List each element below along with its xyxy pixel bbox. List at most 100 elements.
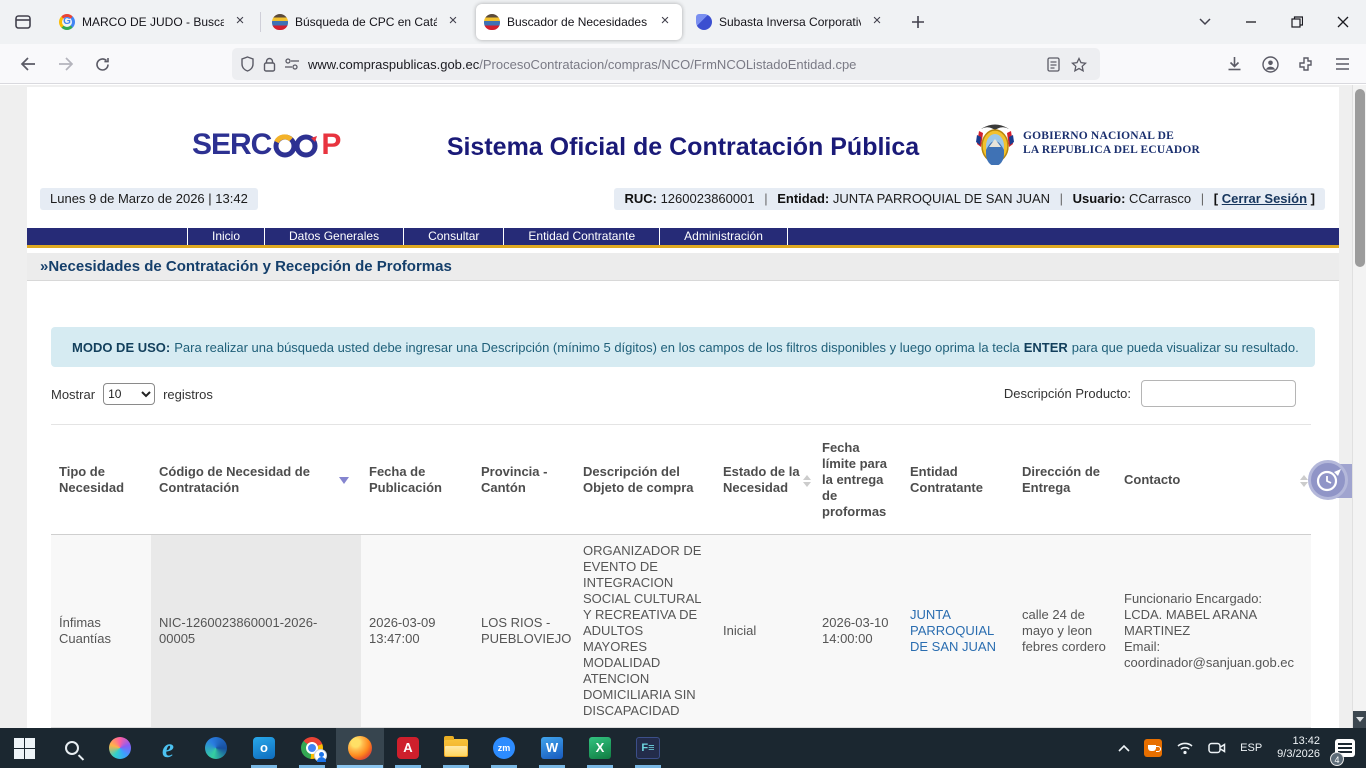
col-fecha-limite[interactable]: Fecha límite para la entrega de proforma…: [814, 425, 902, 535]
col-direccion-entrega[interactable]: Dirección de Entrega: [1014, 425, 1116, 535]
nav-item-entidad-contratante[interactable]: Entidad Contratante: [504, 228, 660, 245]
bookmark-star-icon[interactable]: [1066, 51, 1092, 77]
cell-contacto: Funcionario Encargado: LCDA. MABEL ARANA…: [1116, 535, 1311, 728]
taskbar-clock[interactable]: 13:42 9/3/2026: [1269, 735, 1328, 761]
firefox-icon[interactable]: [336, 728, 384, 768]
close-window-button[interactable]: [1320, 0, 1366, 44]
nav-item-administracion[interactable]: Administración: [660, 228, 788, 245]
shield-icon[interactable]: [240, 56, 255, 72]
copilot-icon[interactable]: [96, 728, 144, 768]
tab-close-icon[interactable]: ×: [656, 13, 674, 31]
ecuador-crest-favicon: [272, 14, 288, 30]
reload-icon[interactable]: [86, 48, 118, 80]
filter-label: Descripción Producto:: [1004, 386, 1131, 401]
subasta-favicon: [696, 14, 712, 30]
tab-separator: [260, 12, 261, 32]
meet-camera-icon[interactable]: [1201, 728, 1233, 768]
descripcion-producto-input[interactable]: [1141, 380, 1296, 407]
datetime-chip: Lunes 9 de Marzo de 2026 | 13:42: [40, 188, 258, 210]
forward-icon[interactable]: [50, 48, 82, 80]
browser-tab-judo[interactable]: MARCO DE JUDO - Buscar con ×: [51, 4, 257, 40]
url-text[interactable]: www.compraspublicas.gob.ec/ProcesoContra…: [308, 57, 1040, 72]
results-table: Tipo de Necesidad Código de Necesidad de…: [51, 424, 1311, 728]
word-icon[interactable]: [528, 728, 576, 768]
scroll-down-arrow[interactable]: [1353, 711, 1366, 728]
lock-icon[interactable]: [263, 57, 276, 72]
tab-title: Buscador de Necesidades de Co: [507, 15, 649, 29]
col-codigo-necesidad[interactable]: Código de Necesidad de Contratación: [151, 425, 361, 535]
zoom-icon[interactable]: [480, 728, 528, 768]
chrome-icon[interactable]: [288, 728, 336, 768]
feo-app-icon[interactable]: [624, 728, 672, 768]
list-all-tabs-icon[interactable]: [1182, 0, 1228, 44]
acrobat-icon[interactable]: [384, 728, 432, 768]
table-row: Ínfimas Cuantías NIC-1260023860001-2026-…: [51, 535, 1311, 728]
extensions-icon[interactable]: [1290, 48, 1322, 80]
new-tab-button[interactable]: [903, 7, 933, 37]
tab-close-icon[interactable]: ×: [231, 13, 249, 31]
government-logo-text: GOBIERNO NACIONAL DE LA REPUBLICA DEL EC…: [1023, 129, 1200, 157]
account-icon[interactable]: [1254, 48, 1286, 80]
browser-tab-subasta[interactable]: Subasta Inversa Corporativa de ×: [688, 4, 894, 40]
registros-label: registros: [163, 387, 213, 402]
usuario-label: Usuario:: [1073, 191, 1126, 206]
taskbar: ESP 13:42 9/3/2026 4: [0, 728, 1366, 768]
start-button[interactable]: [0, 728, 48, 768]
nav-item-consultar[interactable]: Consultar: [404, 228, 504, 245]
browser-tab-cpc[interactable]: Búsqueda de CPC en Catálogo ×: [264, 4, 470, 40]
sort-both-icon: [1300, 471, 1308, 491]
product-filter-control: Descripción Producto:: [1004, 379, 1296, 407]
vertical-scrollbar[interactable]: [1352, 85, 1366, 728]
page-size-select[interactable]: 10: [103, 383, 155, 405]
edge-icon[interactable]: [192, 728, 240, 768]
entidad-link[interactable]: JUNTA PARROQUIAL DE SAN JUAN: [910, 607, 996, 654]
tab-title: MARCO DE JUDO - Buscar con: [82, 15, 224, 29]
usuario-value: CCarrasco: [1129, 191, 1191, 206]
taskbar-search-icon[interactable]: [48, 728, 96, 768]
chrome-profile-badge: [314, 749, 327, 762]
entidad-value: JUNTA PARROQUIAL DE SAN JUAN: [833, 191, 1050, 206]
session-chip: RUC: 1260023860001 | Entidad: JUNTA PARR…: [614, 188, 1325, 210]
cell-fecha-limite: 2026-03-10 14:00:00: [814, 535, 902, 728]
gold-divider: [27, 245, 1339, 248]
nav-item-datos-generales[interactable]: Datos Generales: [265, 228, 404, 245]
entidad-label: Entidad:: [777, 191, 829, 206]
reader-view-icon[interactable]: [1040, 51, 1066, 77]
outlook-icon[interactable]: [240, 728, 288, 768]
permissions-icon[interactable]: [284, 58, 300, 70]
browser-tab-necesidades-active[interactable]: Buscador de Necesidades de Co ×: [476, 4, 682, 40]
results-table-wrap: Tipo de Necesidad Código de Necesidad de…: [51, 424, 1311, 728]
cell-entidad: JUNTA PARROQUIAL DE SAN JUAN: [902, 535, 1014, 728]
menu-hamburger-icon[interactable]: [1326, 48, 1358, 80]
logout-link[interactable]: Cerrar Sesión: [1222, 191, 1307, 206]
minimize-button[interactable]: [1228, 0, 1274, 44]
tray-chevron-icon[interactable]: [1111, 728, 1137, 768]
java-update-icon[interactable]: [1137, 728, 1169, 768]
floating-clock-widget[interactable]: [1308, 460, 1348, 500]
browser-tab-bar: MARCO DE JUDO - Buscar con × Búsqueda de…: [0, 0, 1366, 44]
back-icon[interactable]: [12, 48, 44, 80]
scrollbar-thumb[interactable]: [1355, 89, 1365, 267]
firefox-view-icon[interactable]: [8, 7, 38, 37]
downloads-icon[interactable]: [1218, 48, 1250, 80]
file-explorer-icon[interactable]: [432, 728, 480, 768]
excel-icon[interactable]: [576, 728, 624, 768]
tab-close-icon[interactable]: ×: [868, 13, 886, 31]
col-provincia-canton[interactable]: Provincia - Cantón: [473, 425, 575, 535]
col-contacto[interactable]: Contacto: [1116, 425, 1311, 535]
notification-center-icon[interactable]: 4: [1328, 728, 1362, 768]
wifi-icon[interactable]: [1169, 728, 1201, 768]
url-bar[interactable]: www.compraspublicas.gob.ec/ProcesoContra…: [232, 48, 1100, 80]
language-indicator[interactable]: ESP: [1233, 728, 1269, 768]
nav-item-inicio[interactable]: Inicio: [187, 228, 265, 245]
col-descripcion-objeto[interactable]: Descripción del Objeto de compra: [575, 425, 715, 535]
col-fecha-publicacion[interactable]: Fecha de Publicación: [361, 425, 473, 535]
restore-button[interactable]: [1274, 0, 1320, 44]
usage-info-box: MODO DE USO: Para realizar una búsqueda …: [51, 327, 1315, 367]
col-tipo-necesidad[interactable]: Tipo de Necesidad: [51, 425, 151, 535]
col-entidad-contratante[interactable]: Entidad Contratante: [902, 425, 1014, 535]
col-estado-necesidad[interactable]: Estado de la Necesidad: [715, 425, 814, 535]
internet-explorer-icon[interactable]: [144, 728, 192, 768]
ecuador-coat-of-arms-icon: [975, 121, 1015, 165]
tab-close-icon[interactable]: ×: [444, 13, 462, 31]
